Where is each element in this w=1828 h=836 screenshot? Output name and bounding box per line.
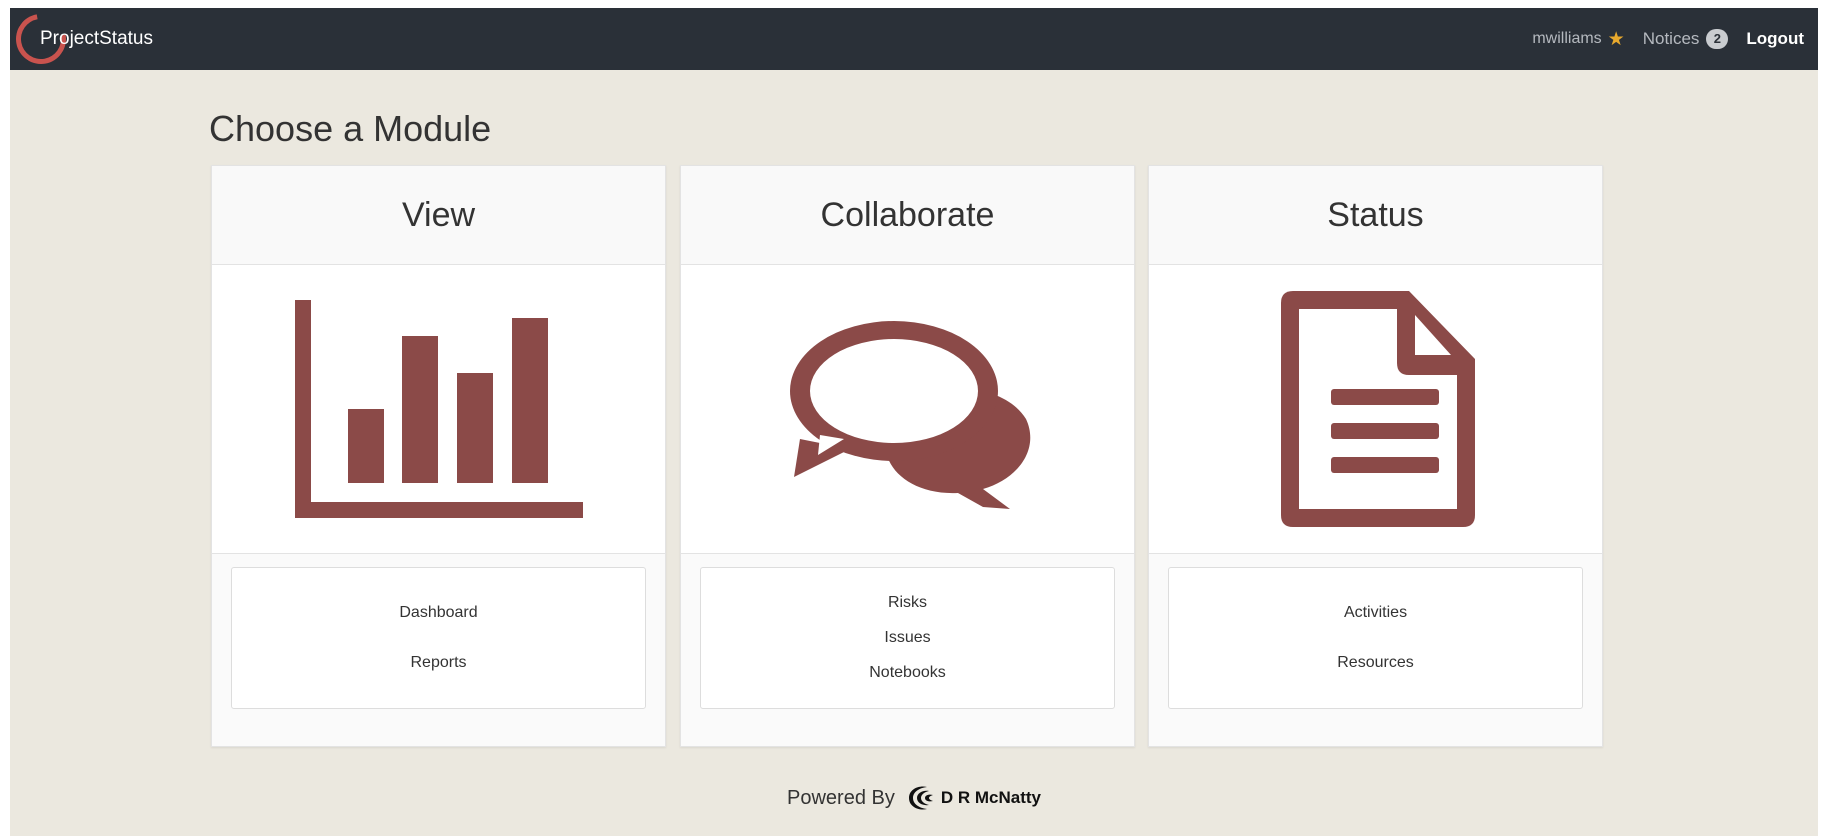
app-frame: ProjectStatus mwilliams ★ Notices 2 Logo… xyxy=(10,8,1818,836)
notices-count-badge: 2 xyxy=(1706,29,1729,49)
username: mwilliams xyxy=(1532,30,1602,47)
module-title: Status xyxy=(1149,166,1602,265)
bar-chart-icon xyxy=(294,300,583,518)
module-panel-collaborate: Collaborate Risks Issues Notebooks xyxy=(680,165,1135,747)
navbar: ProjectStatus mwilliams ★ Notices 2 Logo… xyxy=(10,8,1818,74)
user-menu[interactable]: mwilliams ★ xyxy=(1532,30,1624,49)
module-links: Activities Resources xyxy=(1168,567,1583,709)
link-notebooks[interactable]: Notebooks xyxy=(869,665,946,681)
module-icon-area xyxy=(1149,265,1602,554)
notices-link[interactable]: Notices 2 xyxy=(1643,29,1729,49)
swirl-logo-icon xyxy=(908,786,933,810)
page-title: Choose a Module xyxy=(209,108,492,149)
chat-bubbles-icon xyxy=(789,321,1030,509)
module-icon-area xyxy=(212,265,665,554)
company-logo-text: D R McNatty xyxy=(940,788,1041,807)
module-title: Collaborate xyxy=(681,166,1134,265)
link-dashboard[interactable]: Dashboard xyxy=(399,605,477,621)
star-icon: ★ xyxy=(1607,28,1625,50)
link-risks[interactable]: Risks xyxy=(888,595,927,611)
document-icon xyxy=(1280,291,1475,527)
module-links: Dashboard Reports xyxy=(231,567,646,709)
module-icon-area xyxy=(681,265,1134,554)
brand-link[interactable]: ProjectStatus xyxy=(10,8,153,74)
link-activities[interactable]: Activities xyxy=(1344,605,1407,621)
navbar-right: mwilliams ★ Notices 2 Logout xyxy=(1532,8,1804,70)
module-panel-status: Status Activities Resources xyxy=(1148,165,1603,747)
link-issues[interactable]: Issues xyxy=(884,630,930,646)
company-logo: D R McNatty xyxy=(905,783,1041,813)
footer: Powered By D R McNatty xyxy=(10,783,1818,813)
link-resources[interactable]: Resources xyxy=(1337,655,1413,671)
powered-by-label: Powered By xyxy=(787,786,895,809)
notices-label: Notices xyxy=(1642,29,1700,48)
logout-link[interactable]: Logout xyxy=(1746,29,1804,49)
module-title: View xyxy=(212,166,665,265)
module-panel-view: View Dashboard Reports xyxy=(211,165,666,747)
brand-name: ProjectStatus xyxy=(40,28,153,49)
module-links: Risks Issues Notebooks xyxy=(700,567,1115,709)
link-reports[interactable]: Reports xyxy=(410,655,466,671)
